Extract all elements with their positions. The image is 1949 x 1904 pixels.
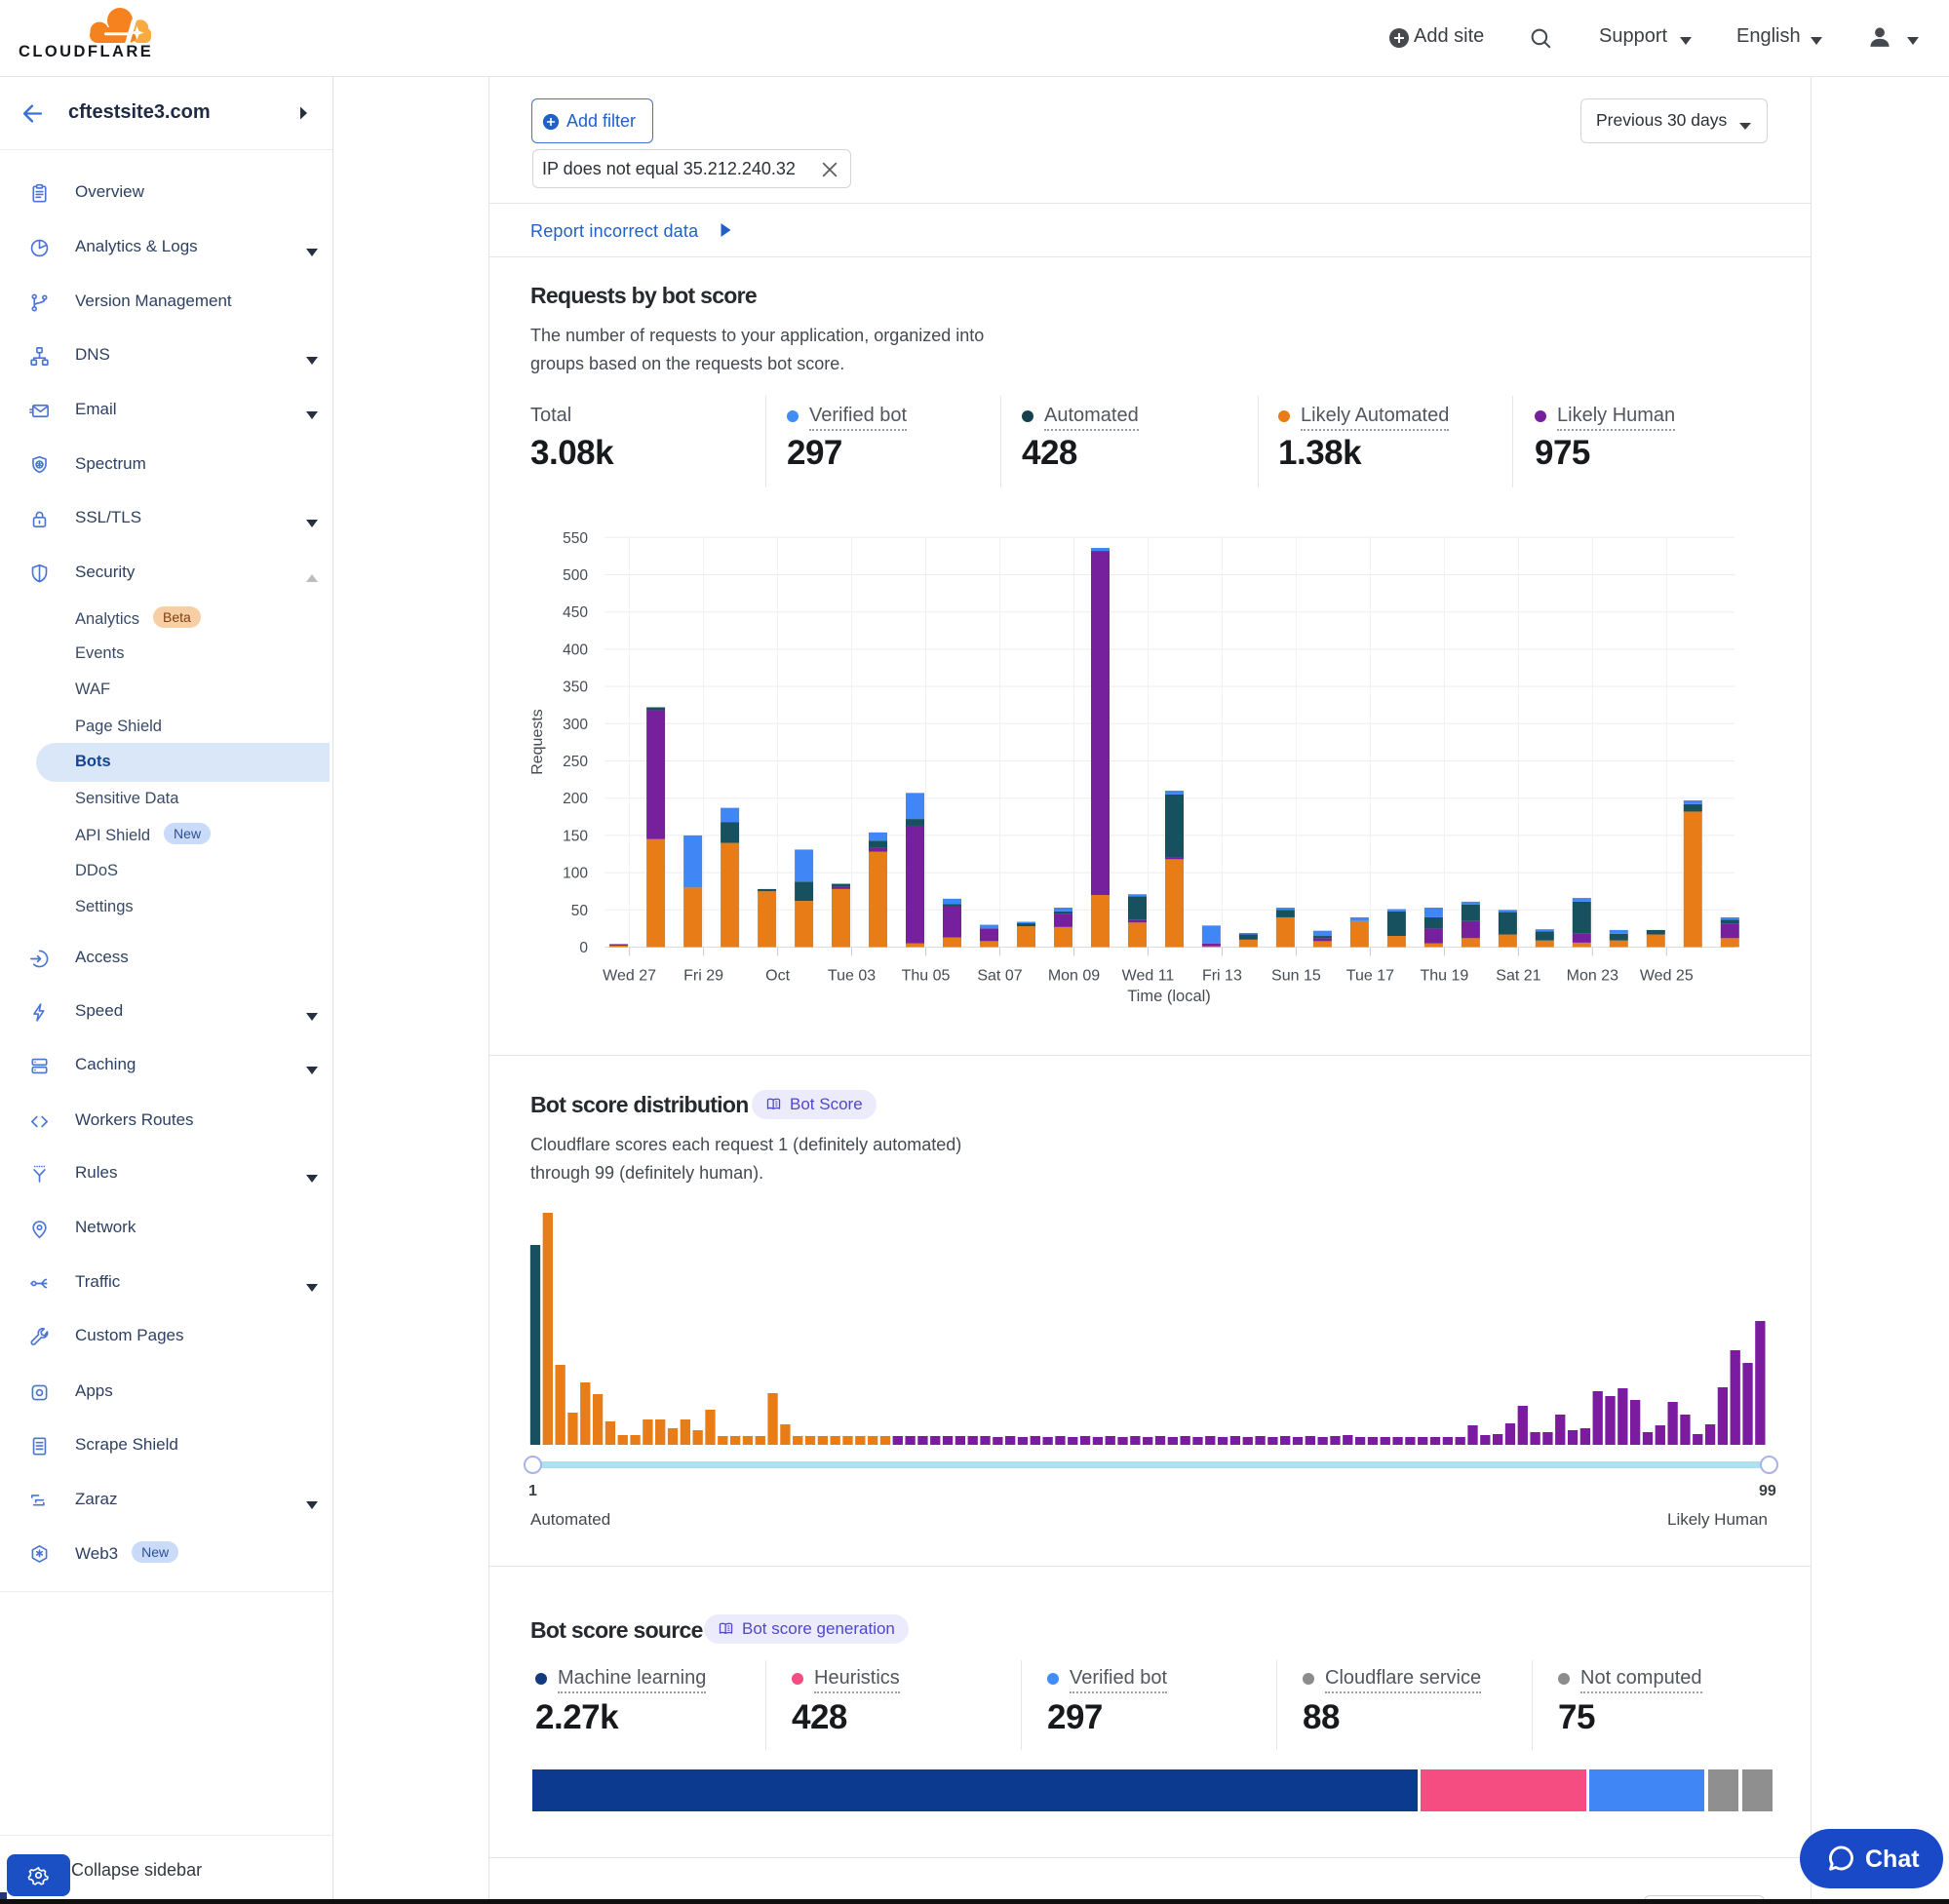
svg-text:Tue 17: Tue 17: [1346, 968, 1394, 985]
svg-text:550: 550: [563, 530, 588, 547]
svg-text:Thu 05: Thu 05: [902, 968, 951, 985]
svg-text:Fri 29: Fri 29: [683, 968, 723, 985]
svg-text:Time (local): Time (local): [1127, 988, 1211, 1005]
svg-text:Sat 21: Sat 21: [1496, 968, 1540, 985]
svg-text:Oct: Oct: [765, 968, 790, 985]
svg-text:100: 100: [563, 866, 588, 882]
svg-text:Thu 19: Thu 19: [1420, 968, 1468, 985]
svg-text:Mon 09: Mon 09: [1048, 968, 1100, 985]
svg-text:Wed 27: Wed 27: [603, 968, 656, 985]
svg-text:500: 500: [563, 567, 588, 584]
svg-text:250: 250: [563, 754, 588, 770]
svg-text:Sat 07: Sat 07: [977, 968, 1022, 985]
svg-text:Requests: Requests: [529, 709, 546, 775]
svg-text:350: 350: [563, 680, 588, 696]
svg-text:Tue 03: Tue 03: [828, 968, 876, 985]
svg-text:150: 150: [563, 828, 588, 844]
svg-text:200: 200: [563, 791, 588, 807]
svg-text:50: 50: [571, 903, 589, 919]
svg-text:300: 300: [563, 717, 588, 733]
svg-text:Wed 25: Wed 25: [1640, 968, 1694, 985]
svg-text:Sun 15: Sun 15: [1271, 968, 1321, 985]
svg-text:Fri 13: Fri 13: [1202, 968, 1242, 985]
svg-text:450: 450: [563, 604, 588, 621]
svg-text:Mon 23: Mon 23: [1567, 968, 1618, 985]
svg-text:0: 0: [579, 940, 588, 956]
svg-text:400: 400: [563, 641, 588, 658]
svg-text:Wed 11: Wed 11: [1122, 968, 1175, 985]
